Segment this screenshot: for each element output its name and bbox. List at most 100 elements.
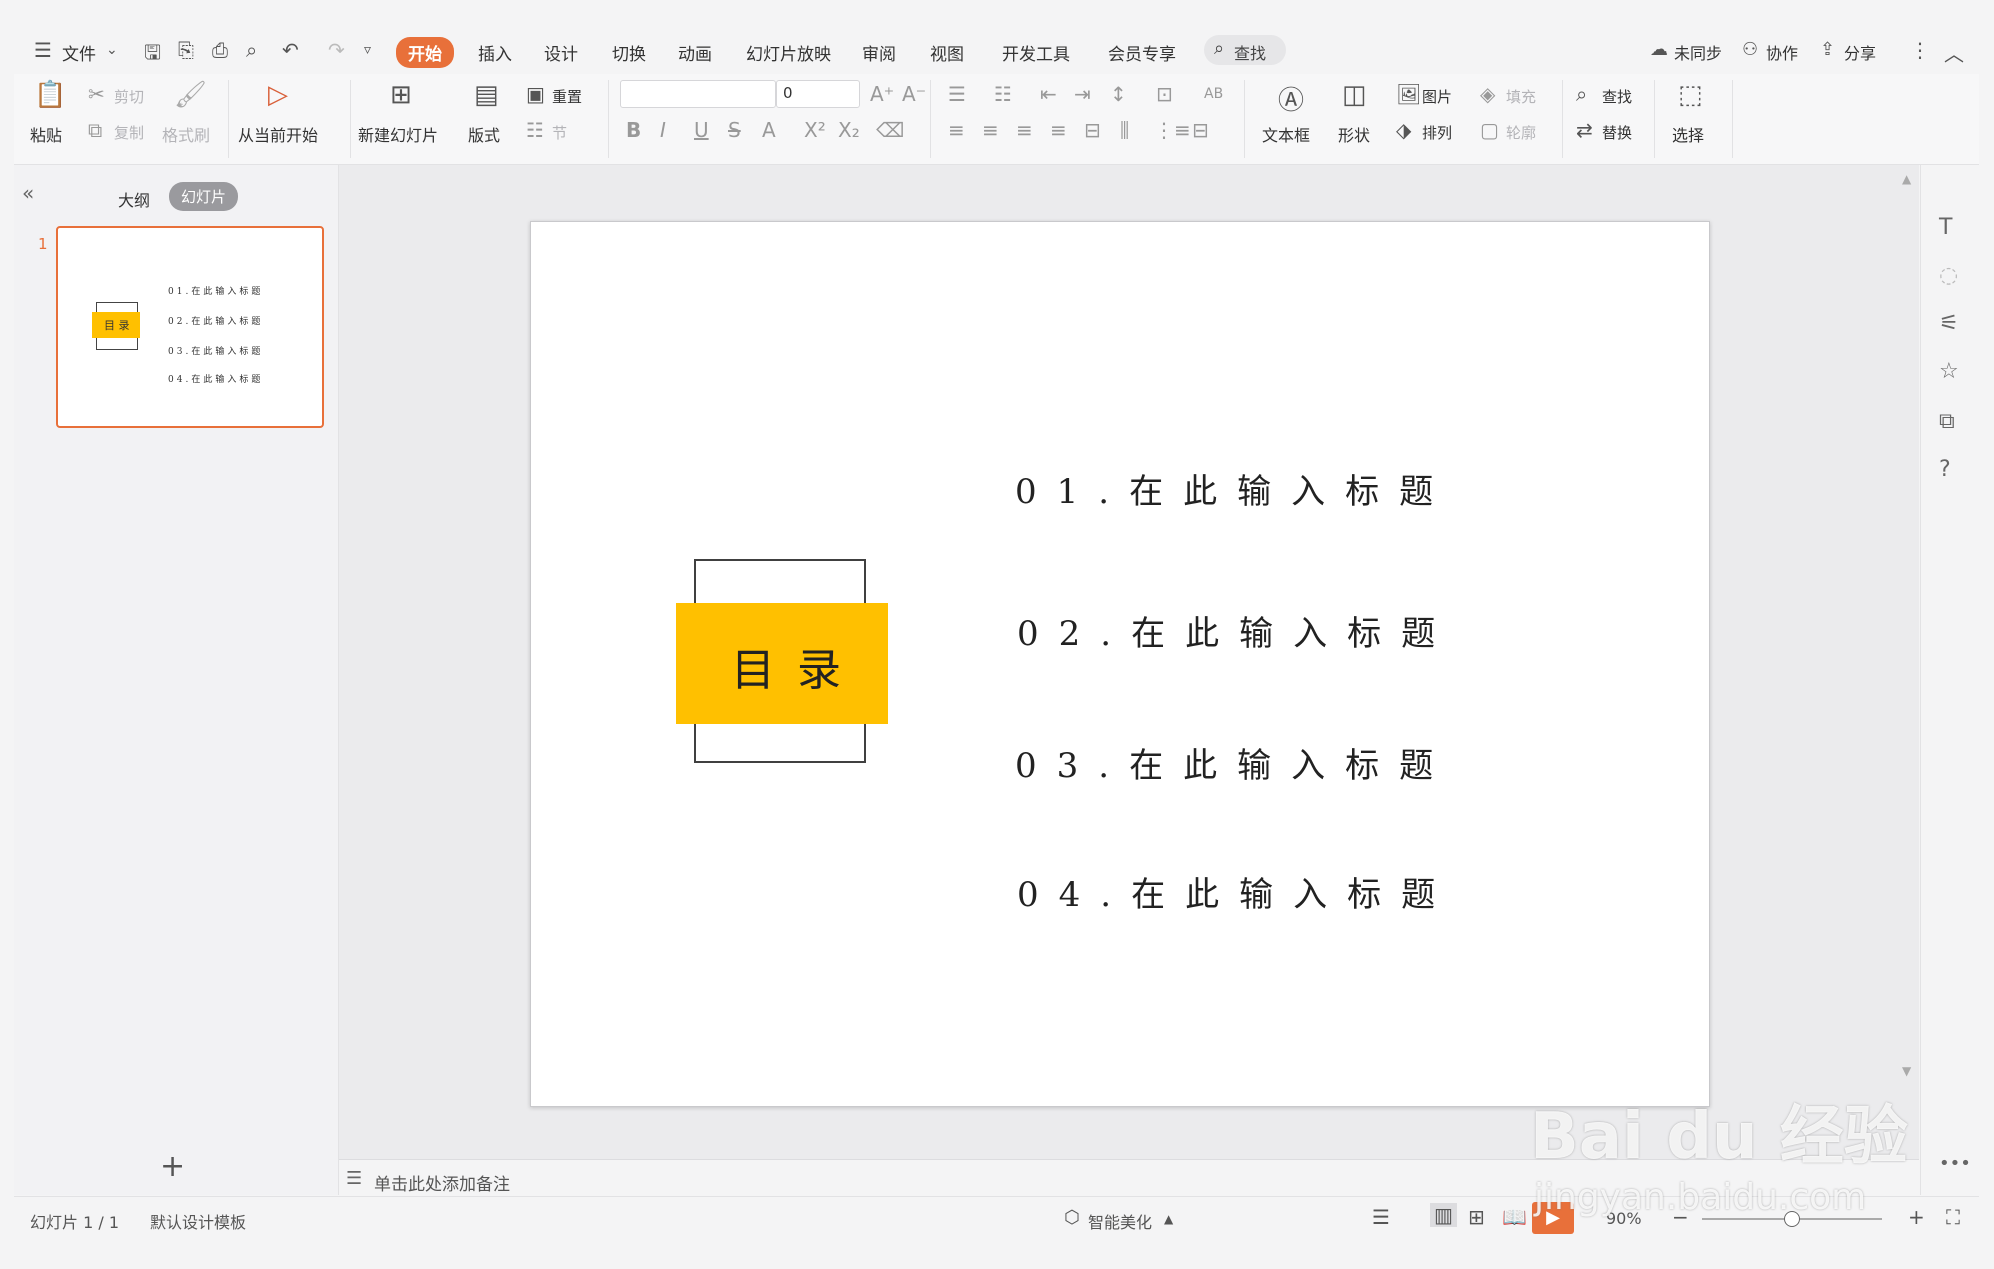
picture-button[interactable]: 图片 (1422, 86, 1452, 107)
slide-thumbnail-1[interactable]: 目 录 01.在此输入标题 02.在此输入标题 03.在此输入标题 04.在此输… (56, 226, 324, 428)
font-name-combo[interactable] (620, 80, 776, 108)
tab-insert[interactable]: 插入 (478, 40, 512, 65)
toc-item-3[interactable]: 03.在此输入标题 (1015, 738, 1453, 787)
textbox-icon[interactable]: Ⓐ (1278, 80, 1304, 117)
tab-slides[interactable]: 幻灯片 (169, 182, 239, 211)
character-spacing-icon[interactable]: AB (1204, 86, 1223, 102)
paragraph-spacing-icon[interactable]: ⋮≡ (1154, 118, 1191, 142)
tab-view[interactable]: 视图 (930, 40, 964, 65)
arrange-button[interactable]: 排列 (1422, 122, 1452, 143)
tab-review[interactable]: 审阅 (862, 40, 896, 65)
hamburger-menu-icon[interactable]: ☰ (34, 38, 52, 62)
tab-home[interactable]: 开始 (396, 37, 454, 68)
font-color-icon[interactable]: A (762, 118, 776, 142)
toc-item-1[interactable]: 01.在此输入标题 (1015, 464, 1453, 513)
notes-toggle-icon[interactable]: ☰ (1372, 1205, 1390, 1229)
print-preview-icon[interactable]: ⌕ (246, 38, 257, 62)
align-center-icon[interactable]: ≡ (982, 118, 999, 142)
increase-indent-icon[interactable]: ⇥ (1074, 82, 1091, 106)
shape-icon[interactable]: ◫ (1342, 80, 1367, 110)
underline-icon[interactable]: U (694, 118, 709, 142)
new-slide-button[interactable]: 新建幻灯片 (358, 122, 438, 146)
export-icon[interactable]: ⎘ (178, 38, 194, 62)
sync-status[interactable]: 未同步 (1674, 40, 1722, 64)
collapse-ribbon-icon[interactable]: ︿ (1944, 38, 1964, 67)
tab-outline[interactable]: 大纲 (118, 187, 150, 211)
smart-beautify-button[interactable]: 智能美化 (1088, 1209, 1152, 1233)
paste-button[interactable]: 粘贴 (30, 122, 62, 146)
copy-button[interactable]: 复制 (114, 122, 144, 143)
play-icon[interactable]: ▷ (268, 80, 288, 110)
columns-icon[interactable]: ⫼ (1120, 118, 1129, 142)
adjust-icon[interactable]: ⚟ (1939, 311, 1959, 336)
clear-format-icon[interactable]: ⌫ (876, 118, 904, 142)
bullet-list-icon[interactable]: ☰ (948, 82, 966, 106)
outline-button[interactable]: 轮廓 (1506, 122, 1536, 143)
fill-button[interactable]: 填充 (1506, 86, 1536, 107)
decrease-font-icon[interactable]: A⁻ (902, 82, 926, 106)
toc-item-2[interactable]: 02.在此输入标题 (1017, 606, 1455, 655)
tab-developer[interactable]: 开发工具 (1002, 40, 1070, 65)
chevron-down-icon[interactable]: ⌄ (106, 42, 118, 58)
customize-toolbar-icon[interactable]: ▿ (364, 42, 371, 58)
justify-icon[interactable]: ≡ (1050, 118, 1067, 142)
bold-icon[interactable]: B (626, 118, 641, 142)
select-button[interactable]: 选择 (1672, 122, 1704, 146)
share-button[interactable]: 分享 (1844, 40, 1876, 64)
format-painter-button[interactable]: 格式刷 (162, 122, 210, 146)
notes-placeholder[interactable]: 单击此处添加备注 (374, 1170, 510, 1195)
text-properties-icon[interactable]: T (1939, 215, 1952, 240)
decrease-indent-icon[interactable]: ⇤ (1040, 82, 1057, 106)
more-options-icon[interactable]: ••• (1939, 1153, 1971, 1174)
line-spacing-icon[interactable]: ↕ (1110, 82, 1127, 106)
chevron-up-icon[interactable]: ▲ (1164, 1212, 1173, 1226)
toc-item-4[interactable]: 04.在此输入标题 (1017, 867, 1455, 916)
reset-button[interactable]: 重置 (552, 86, 582, 107)
textbox-button[interactable]: 文本框 (1262, 122, 1310, 146)
play-from-current-button[interactable]: 从当前开始 (238, 122, 318, 146)
scroll-down-icon[interactable]: ▼ (1902, 1064, 1911, 1078)
undo-icon[interactable]: ↶ (282, 38, 299, 62)
layout-button[interactable]: 版式 (468, 122, 500, 146)
zoom-in-icon[interactable]: + (1908, 1205, 1925, 1229)
zoom-slider-handle[interactable] (1784, 1211, 1800, 1227)
tab-slideshow[interactable]: 幻灯片放映 (746, 40, 831, 65)
align-left-icon[interactable]: ≡ (948, 118, 965, 142)
align-right-icon[interactable]: ≡ (1016, 118, 1033, 142)
tab-transition[interactable]: 切换 (612, 40, 646, 65)
shape-button[interactable]: 形状 (1338, 122, 1370, 146)
more-icon[interactable]: ⋮ (1910, 38, 1930, 62)
text-direction-icon[interactable]: ⊡ (1156, 82, 1173, 106)
template-name[interactable]: 默认设计模板 (150, 1209, 246, 1233)
redo-icon[interactable]: ↷ (328, 38, 345, 62)
zoom-level[interactable]: 90% (1606, 1209, 1642, 1228)
slide-title[interactable]: 目 录 (731, 634, 845, 698)
collaborate-button[interactable]: 协作 (1766, 40, 1798, 64)
replace-button[interactable]: 替换 (1602, 122, 1632, 143)
find-button[interactable]: 查找 (1602, 86, 1632, 107)
help-icon[interactable]: ? (1939, 457, 1951, 482)
text-align-icon[interactable]: ⊟ (1192, 118, 1209, 142)
paste-icon[interactable]: 📋 (34, 80, 66, 110)
slide-sorter-icon[interactable]: ⊞ (1468, 1205, 1485, 1229)
add-slide-button[interactable]: + (160, 1149, 185, 1184)
font-size-combo[interactable]: 0 (776, 80, 860, 108)
italic-icon[interactable]: I (660, 118, 666, 142)
slide-canvas[interactable]: 目 录 01.在此输入标题 02.在此输入标题 03.在此输入标题 04.在此输… (530, 221, 1710, 1107)
select-icon[interactable]: ⬚ (1678, 80, 1703, 110)
new-slide-icon[interactable]: ⊞ (390, 80, 412, 110)
search-box[interactable]: ⌕ 查找 (1204, 35, 1286, 65)
fit-window-icon[interactable]: ⛶ (1946, 1205, 1960, 1229)
section-button[interactable]: 节 (552, 122, 567, 143)
layout-icon[interactable]: ▤ (474, 80, 499, 110)
scroll-up-icon[interactable]: ▲ (1902, 172, 1911, 186)
strikethrough-icon[interactable]: S (728, 118, 741, 142)
numbered-list-icon[interactable]: ☷ (994, 82, 1012, 106)
cut-button[interactable]: 剪切 (114, 86, 144, 107)
tab-member[interactable]: 会员专享 (1108, 40, 1176, 65)
file-menu[interactable]: 文件 (62, 40, 96, 65)
zoom-out-icon[interactable]: − (1672, 1205, 1689, 1229)
star-icon[interactable]: ☆ (1939, 359, 1959, 384)
normal-view-icon[interactable]: ▥ (1430, 1203, 1457, 1227)
slideshow-play-button[interactable]: ▶ (1532, 1202, 1574, 1234)
